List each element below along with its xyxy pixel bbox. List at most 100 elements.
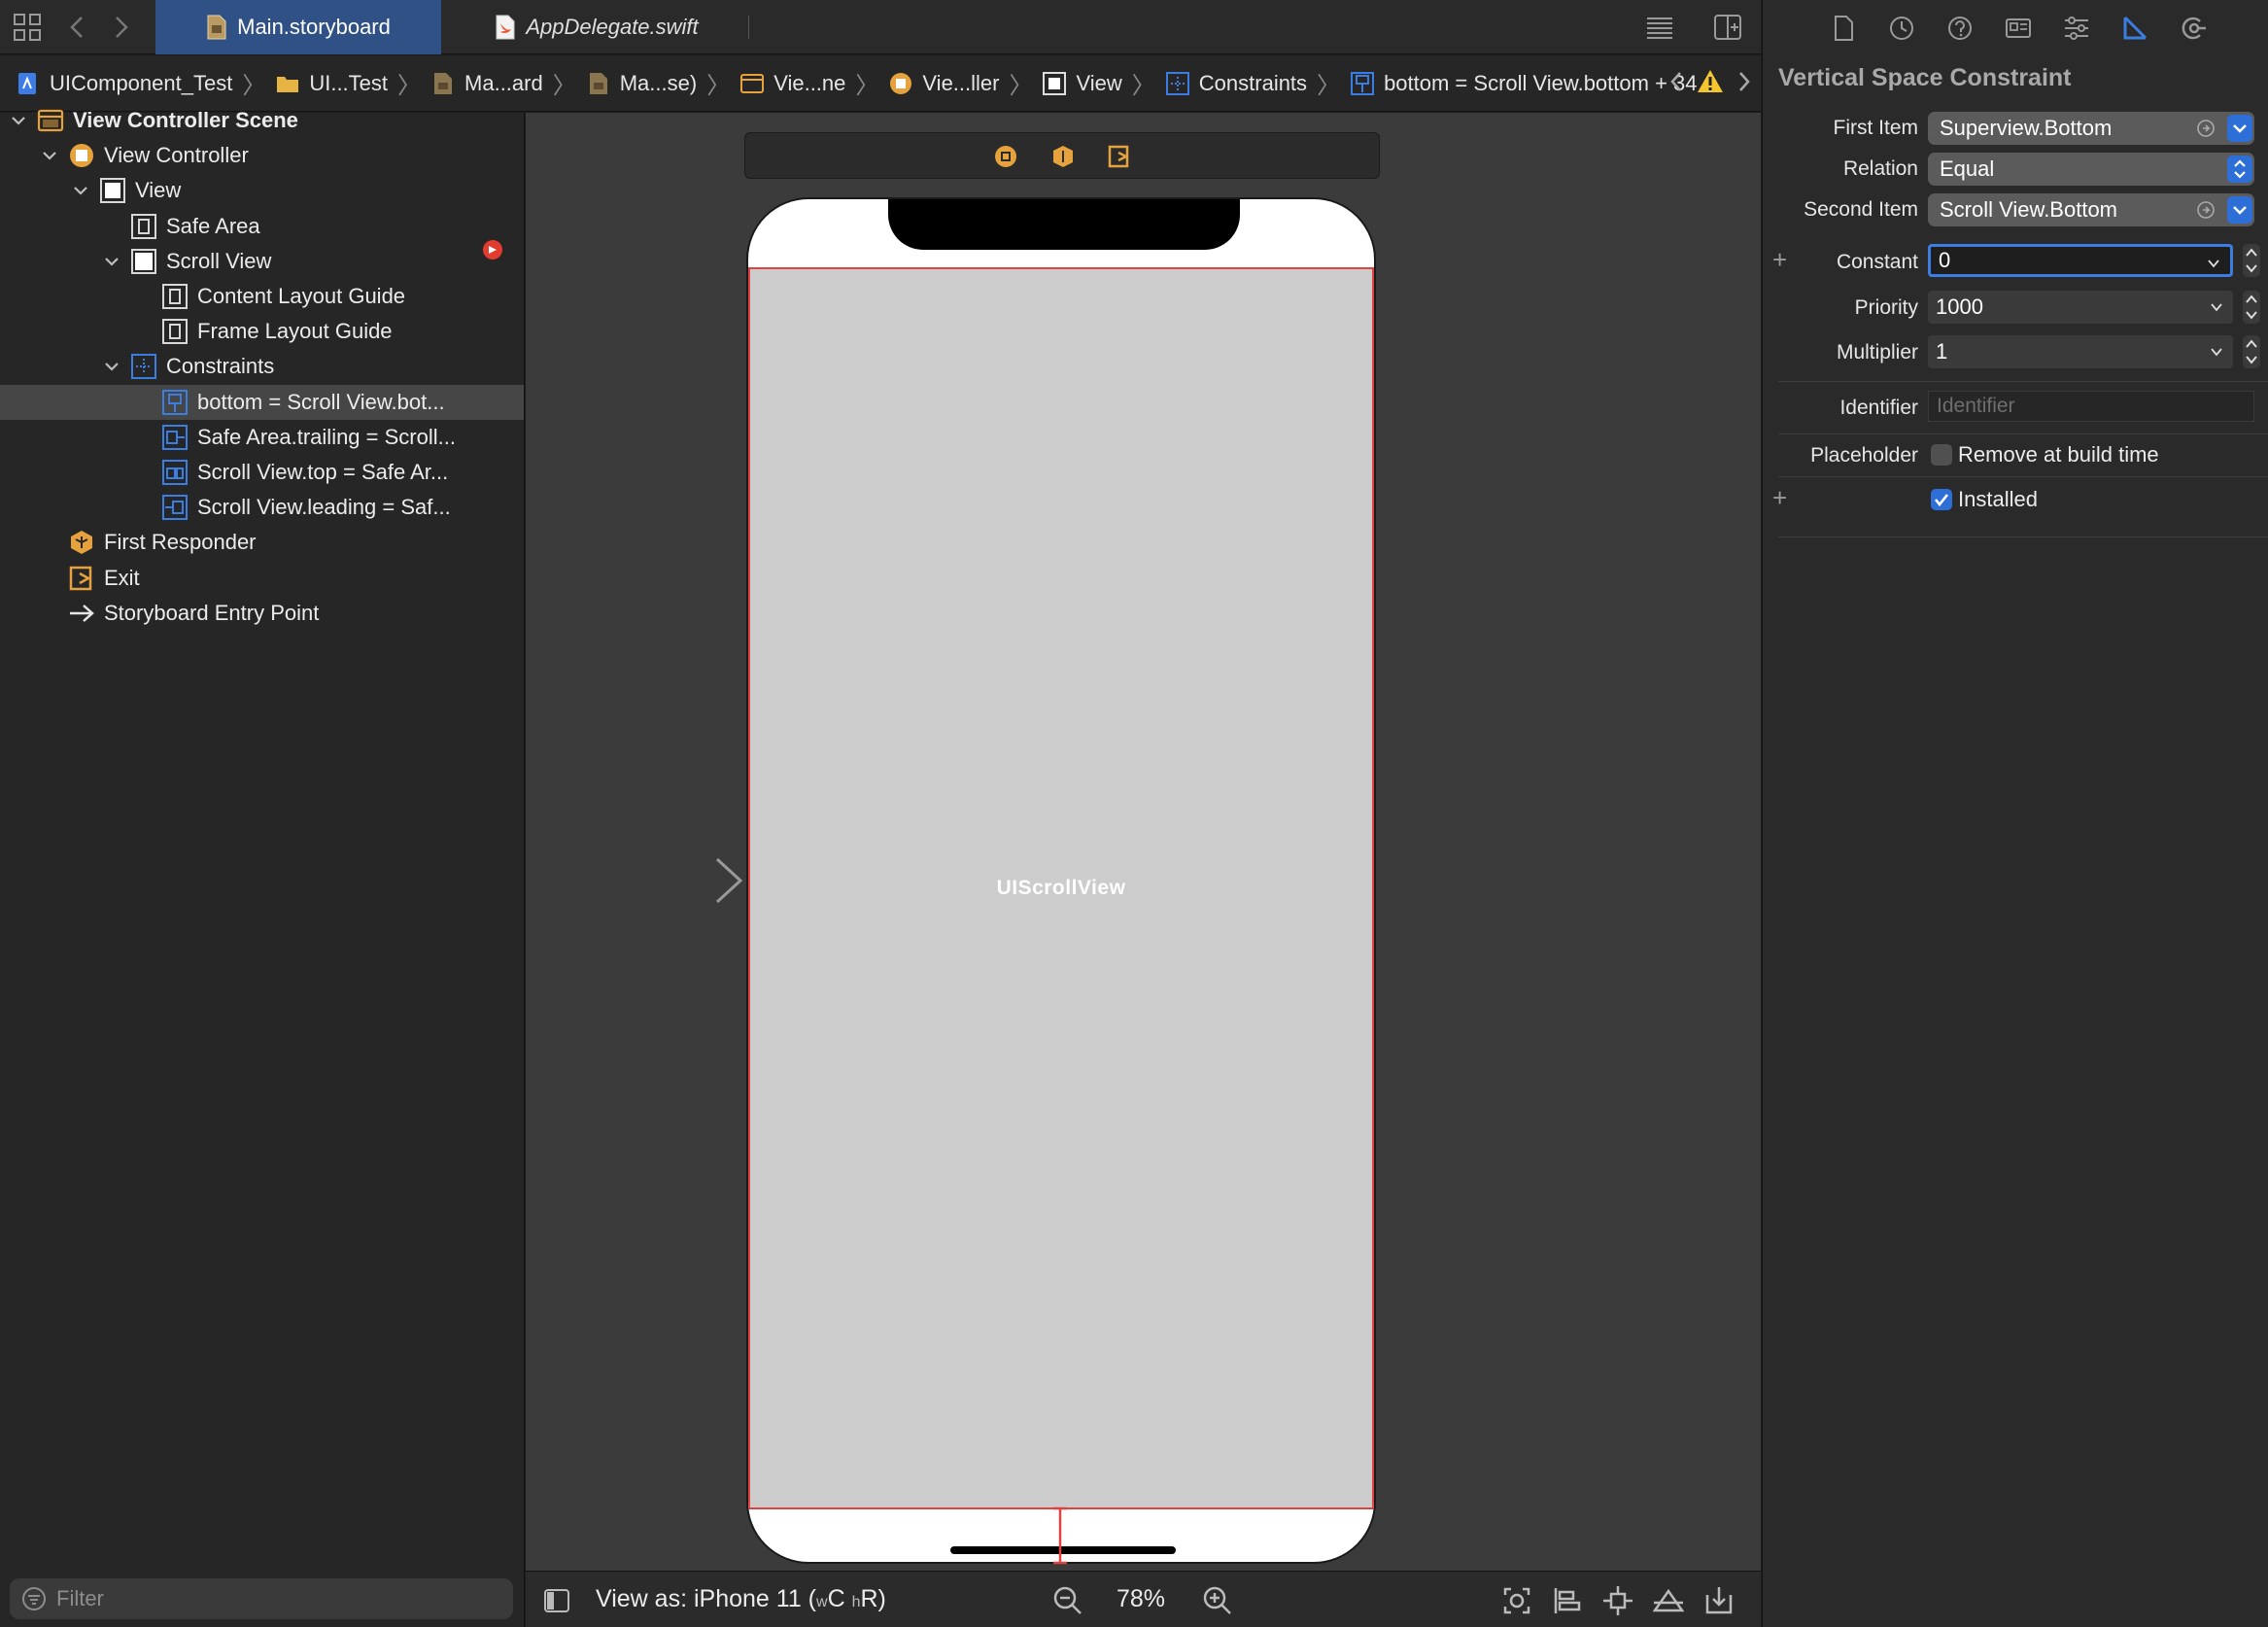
resolve-auto-layout-issues-icon[interactable] xyxy=(1653,1585,1684,1616)
tab-label: Main.storyboard xyxy=(237,15,391,39)
go-arrow-icon[interactable] xyxy=(2196,119,2216,138)
view-controller-icon[interactable] xyxy=(993,144,1018,169)
exit-icon[interactable] xyxy=(1107,144,1132,169)
outline-item[interactable]: Frame Layout Guide xyxy=(0,314,524,349)
size-class-c: C xyxy=(827,1585,852,1612)
chevron-down-icon[interactable] xyxy=(2210,345,2223,359)
outline-item[interactable]: Content Layout Guide xyxy=(0,279,524,314)
breadcrumb-label: UI...Test xyxy=(309,70,389,95)
inspector-section-title: Vertical Space Constraint xyxy=(1778,64,2072,91)
previous-issue-chevron-icon[interactable] xyxy=(1666,67,1687,96)
breadcrumb-scene[interactable]: Vie...ne xyxy=(739,71,845,96)
tab-appdelegate-swift[interactable]: AppDelegate.swift xyxy=(445,0,748,54)
outline-item[interactable]: Storyboard Entry Point xyxy=(0,596,524,631)
warning-icon[interactable] xyxy=(1697,68,1724,95)
first-item-dropdown-button[interactable] xyxy=(2227,115,2252,142)
file-inspector-icon[interactable] xyxy=(1829,14,1858,43)
storyboard-entry-arrow-icon[interactable] xyxy=(593,855,744,906)
outline-item[interactable]: Scroll View.leading = Saf... xyxy=(0,490,524,525)
outline-item[interactable]: Scroll View.top = Safe Ar... xyxy=(0,455,524,490)
outline-item[interactable]: First Responder xyxy=(0,525,524,560)
outline-item[interactable]: Safe Area.trailing = Scroll... xyxy=(0,420,524,455)
embed-in-icon[interactable] xyxy=(1703,1585,1735,1616)
add-editor-split-icon[interactable] xyxy=(1712,12,1743,43)
scene-icon xyxy=(37,109,64,132)
outline-item[interactable]: View Controller Scene xyxy=(0,103,524,138)
tab-main-storyboard[interactable]: Main.storyboard xyxy=(155,0,441,54)
back-chevron-icon[interactable] xyxy=(62,12,93,43)
toggle-outline-icon[interactable] xyxy=(543,1587,570,1614)
chevron-down-icon[interactable] xyxy=(2210,300,2223,314)
issue-navigation xyxy=(1666,67,1755,96)
priority-field[interactable]: 1000 xyxy=(1928,291,2233,324)
outline-item[interactable]: Constraints xyxy=(0,349,524,384)
constant-stepper[interactable] xyxy=(2243,244,2260,277)
relation-dropdown-button[interactable] xyxy=(2227,156,2252,183)
outline-item[interactable]: Scroll View xyxy=(0,244,524,279)
quick-help-icon[interactable] xyxy=(1945,14,1975,43)
remove-at-build-time-checkbox[interactable] xyxy=(1931,444,1952,466)
identity-inspector-icon[interactable] xyxy=(2004,14,2033,43)
zoom-in-icon[interactable] xyxy=(1202,1585,1233,1616)
zoom-level[interactable]: 78% xyxy=(1117,1585,1165,1613)
second-item-dropdown-button[interactable] xyxy=(2227,196,2252,224)
zoom-out-icon[interactable] xyxy=(1052,1585,1083,1616)
scene-error-icon[interactable] xyxy=(482,239,503,260)
connections-inspector-icon[interactable] xyxy=(2179,14,2208,43)
add-variation-installed-button[interactable]: + xyxy=(1772,483,1787,513)
first-responder-icon[interactable] xyxy=(1050,144,1076,169)
related-items-grid-icon[interactable] xyxy=(12,12,43,43)
breadcrumb-storyboard-base[interactable]: Ma...se) xyxy=(586,71,697,96)
disclosure-chevron-down-icon[interactable] xyxy=(101,251,122,272)
breadcrumb-view-controller[interactable]: Vie...ller xyxy=(888,71,999,96)
priority-stepper[interactable] xyxy=(2243,291,2260,324)
outline-item[interactable]: View xyxy=(0,173,524,208)
disclosure-chevron-down-icon[interactable] xyxy=(101,356,122,377)
outline-item-label: View xyxy=(135,178,182,203)
go-arrow-icon[interactable] xyxy=(2196,200,2216,220)
outline-filter-field[interactable]: Filter xyxy=(10,1578,513,1619)
align-icon[interactable] xyxy=(1552,1585,1583,1616)
identifier-field[interactable]: Identifier xyxy=(1928,391,2254,422)
breadcrumb-storyboard[interactable]: Ma...ard xyxy=(430,71,543,96)
section-divider xyxy=(1778,476,2268,477)
outline-item[interactable]: bottom = Scroll View.bot... xyxy=(0,384,524,420)
chevron-down-icon xyxy=(2233,206,2247,215)
outline-item[interactable]: View Controller xyxy=(0,138,524,173)
size-inspector-icon[interactable] xyxy=(2120,14,2149,43)
attributes-inspector-icon[interactable] xyxy=(2062,14,2091,43)
swift-file-icon xyxy=(496,15,515,40)
breadcrumb-constraints[interactable]: Constraints xyxy=(1165,71,1307,96)
constant-field[interactable]: 0 xyxy=(1928,244,2233,277)
multiplier-stepper[interactable] xyxy=(2243,335,2260,368)
selected-constraint-ibeam[interactable] xyxy=(1049,1506,1071,1565)
breadcrumb-group[interactable]: UI...Test xyxy=(275,71,388,96)
second-item-popup[interactable]: Scroll View.Bottom xyxy=(1928,193,2254,226)
layout-guide-icon xyxy=(162,284,188,309)
next-issue-chevron-icon[interactable] xyxy=(1734,67,1755,96)
history-inspector-icon[interactable] xyxy=(1887,14,1916,43)
breadcrumb-view[interactable]: View xyxy=(1042,71,1122,96)
first-item-popup[interactable]: Superview.Bottom xyxy=(1928,112,2254,145)
entry-arrow-icon xyxy=(70,604,94,622)
folder-icon xyxy=(277,76,299,92)
multiplier-field[interactable]: 1 xyxy=(1928,335,2233,368)
breadcrumb-constraint[interactable]: bottom = Scroll View.bottom + 34 xyxy=(1350,71,1698,96)
view-as-device-button[interactable]: View as: iPhone 11 (wC hR) xyxy=(596,1585,886,1613)
outline-item[interactable]: Safe Area xyxy=(0,209,524,244)
scroll-view[interactable]: UIScrollView xyxy=(748,267,1374,1509)
update-frames-icon[interactable] xyxy=(1501,1585,1532,1616)
disclosure-chevron-down-icon[interactable] xyxy=(8,110,29,131)
relation-popup[interactable]: Equal xyxy=(1928,153,2254,186)
installed-checkbox[interactable] xyxy=(1931,489,1952,510)
chevron-down-icon[interactable] xyxy=(2207,257,2220,270)
breadcrumb-label: Ma...se) xyxy=(619,70,698,95)
disclosure-chevron-down-icon[interactable] xyxy=(70,180,91,201)
outline-item[interactable]: Exit xyxy=(0,561,524,596)
breadcrumb-project[interactable]: UIComponent_Test xyxy=(16,71,232,96)
disclosure-spacer xyxy=(101,216,122,237)
editor-options-lines-icon[interactable] xyxy=(1644,12,1675,43)
disclosure-chevron-down-icon[interactable] xyxy=(39,145,60,166)
add-new-constraints-icon[interactable] xyxy=(1602,1585,1633,1616)
forward-chevron-icon[interactable] xyxy=(105,12,136,43)
